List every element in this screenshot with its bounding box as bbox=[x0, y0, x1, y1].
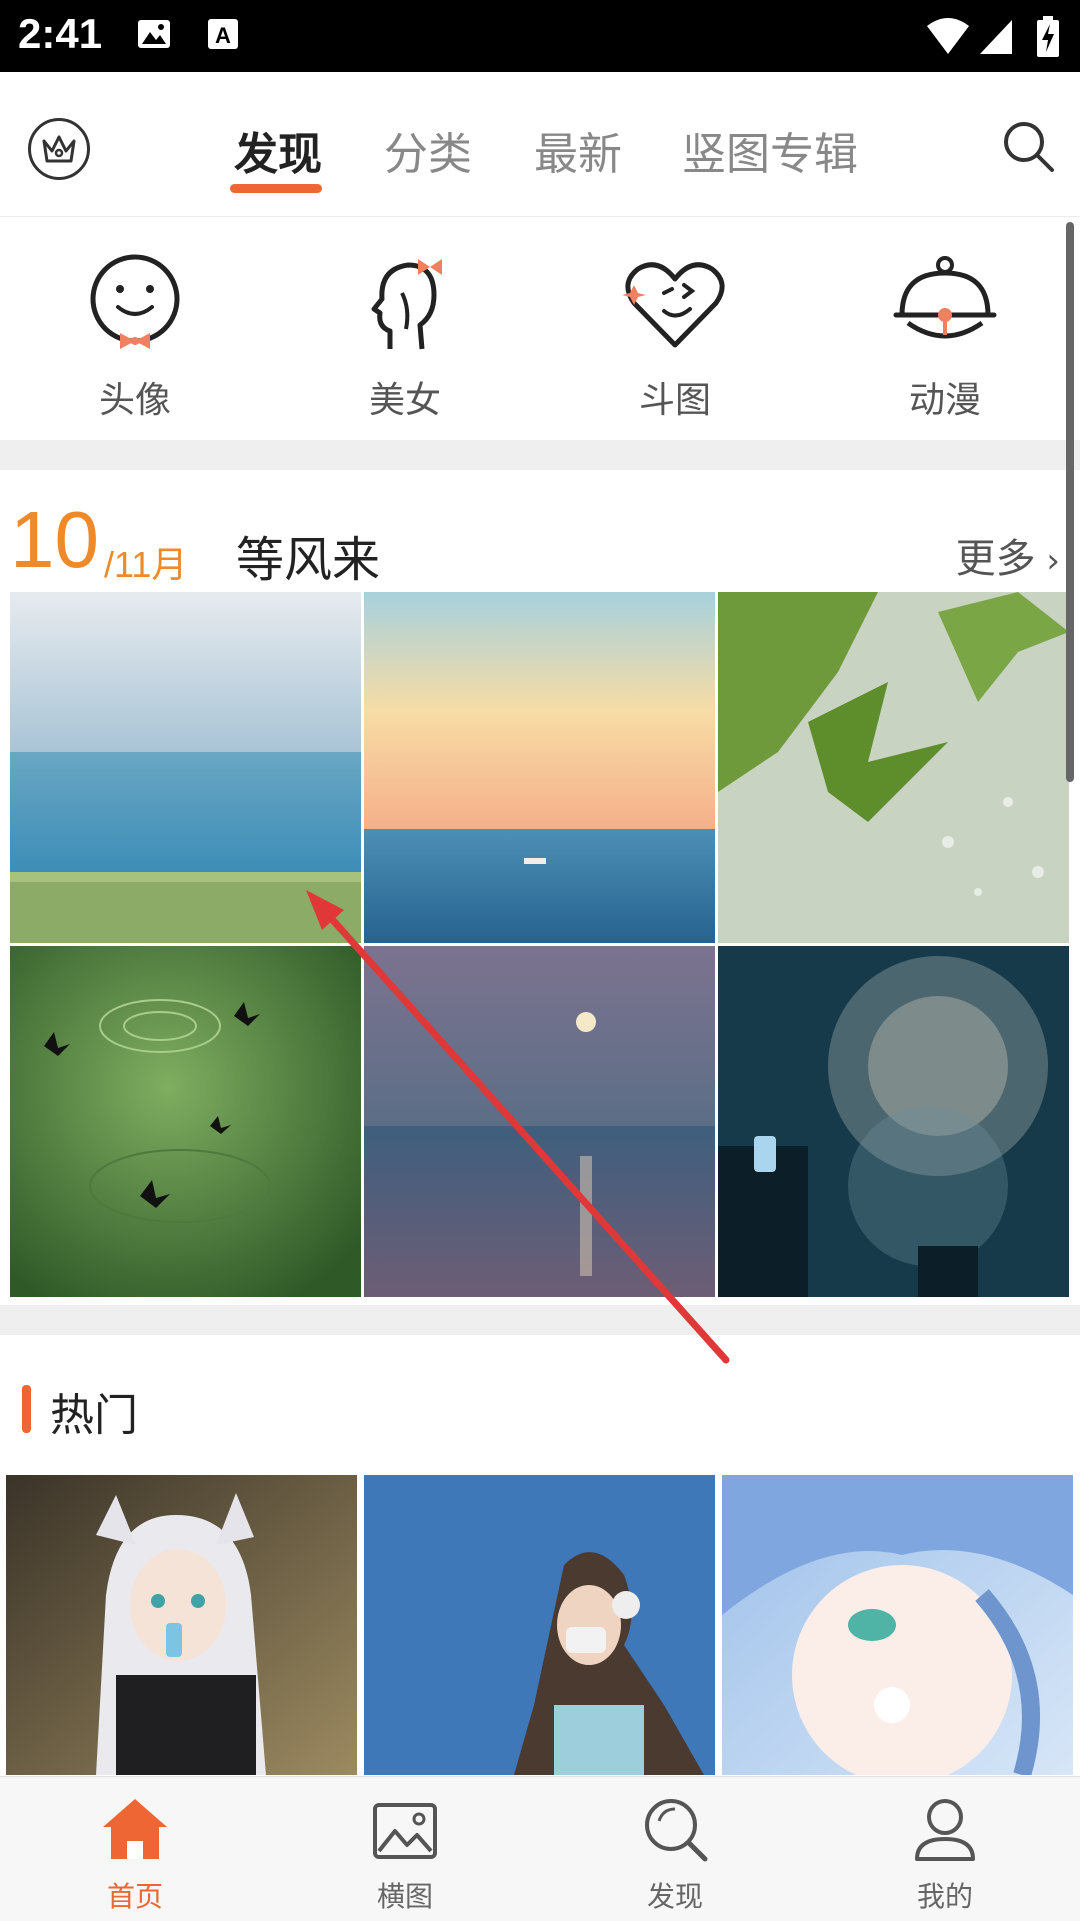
hot-section: 热门 bbox=[0, 1335, 1080, 1775]
bell-icon bbox=[893, 256, 997, 339]
section-divider bbox=[0, 1305, 1080, 1335]
anime-catgirl-image bbox=[6, 1475, 357, 1775]
nav-label: 横图 bbox=[376, 1880, 433, 1913]
more-label: 更多 bbox=[955, 536, 1036, 582]
scrollbar[interactable] bbox=[1066, 222, 1074, 782]
category-label: 斗图 bbox=[638, 380, 711, 421]
featured-day: 10 bbox=[10, 495, 99, 584]
moon-sea-image bbox=[364, 946, 715, 1297]
battery-charging-icon bbox=[1037, 16, 1059, 57]
wifi-icon bbox=[927, 18, 969, 54]
more-link[interactable]: 更多 › bbox=[956, 526, 1060, 584]
nav-label: 首页 bbox=[106, 1880, 163, 1913]
home-icon bbox=[103, 1799, 167, 1859]
category-anime[interactable]: 动漫 bbox=[850, 249, 1040, 423]
sunset-sea-boat-image bbox=[364, 592, 715, 943]
search-icon bbox=[645, 1799, 708, 1862]
category-label: 美女 bbox=[368, 380, 441, 421]
tab-discover[interactable]: 发现 bbox=[234, 118, 322, 182]
wallpaper-thumbnail[interactable] bbox=[722, 1475, 1073, 1775]
signal-icon bbox=[980, 20, 1012, 54]
top-bar: 发现 分类 最新 竖图专辑 bbox=[0, 72, 1080, 217]
nav-mine[interactable]: 我的 bbox=[865, 1795, 1025, 1915]
nav-label: 发现 bbox=[646, 1880, 703, 1913]
category-label: 头像 bbox=[98, 380, 171, 421]
hot-accent-bar bbox=[22, 1385, 31, 1433]
woman-profile-bow-icon bbox=[371, 259, 442, 350]
wallpaper-thumbnail[interactable] bbox=[718, 592, 1069, 943]
image-icon bbox=[373, 1803, 437, 1859]
hot-title: 热门 bbox=[50, 1390, 138, 1441]
category-beauty[interactable]: 美女 bbox=[310, 249, 500, 423]
wallpaper-thumbnail[interactable] bbox=[6, 1475, 357, 1775]
crown-icon bbox=[42, 135, 76, 163]
font-notification-icon: A bbox=[208, 19, 238, 49]
nav-home[interactable]: 首页 bbox=[55, 1795, 215, 1915]
anime-girl-blue-hair-image bbox=[722, 1475, 1073, 1775]
wallpaper-thumbnail[interactable] bbox=[364, 592, 715, 943]
category-row: 头像 美女 斗图 动漫 bbox=[0, 217, 1080, 439]
wallpaper-thumbnail[interactable] bbox=[364, 946, 715, 1297]
bottom-nav: 首页 横图 发现 我的 bbox=[0, 1776, 1080, 1921]
wallpaper-thumbnail[interactable] bbox=[10, 946, 361, 1297]
featured-month: /11月 bbox=[104, 544, 188, 585]
heart-wink-icon bbox=[622, 262, 725, 348]
category-label: 动漫 bbox=[908, 380, 981, 421]
sea-grass-image bbox=[10, 592, 361, 943]
smiley-bowtie-icon bbox=[90, 254, 180, 349]
nav-discover[interactable]: 发现 bbox=[595, 1795, 755, 1915]
wallpaper-thumbnail[interactable] bbox=[718, 946, 1069, 1297]
nav-label: 我的 bbox=[916, 1880, 973, 1913]
vip-crown-button[interactable] bbox=[28, 118, 90, 180]
user-icon bbox=[915, 1799, 975, 1861]
nav-landscape[interactable]: 横图 bbox=[325, 1795, 485, 1915]
featured-title: 等风来 bbox=[236, 532, 381, 588]
wallpaper-thumbnail[interactable] bbox=[10, 592, 361, 943]
maple-leaves-image bbox=[718, 592, 1069, 943]
search-icon[interactable] bbox=[1000, 118, 1056, 174]
active-tab-indicator bbox=[230, 184, 322, 193]
svg-text:A: A bbox=[215, 23, 231, 48]
chevron-right-icon: › bbox=[1035, 541, 1060, 581]
featured-grid bbox=[10, 592, 1070, 1298]
section-divider bbox=[0, 440, 1080, 470]
wallpaper-thumbnail[interactable] bbox=[364, 1475, 715, 1775]
status-bar: 2:41 A bbox=[0, 0, 1080, 72]
category-meme[interactable]: 斗图 bbox=[580, 249, 770, 423]
fireworks-image bbox=[718, 946, 1069, 1297]
category-avatar[interactable]: 头像 bbox=[40, 249, 230, 423]
gallery-notification-icon bbox=[138, 20, 170, 48]
tab-category[interactable]: 分类 bbox=[384, 118, 472, 182]
status-time: 2:41 bbox=[18, 10, 103, 57]
butterflies-water-image bbox=[10, 946, 361, 1297]
girl-headphones-image bbox=[364, 1475, 715, 1775]
tab-portrait-albums[interactable]: 竖图专辑 bbox=[682, 118, 858, 182]
featured-section: 10 /11月 等风来 更多 › bbox=[0, 470, 1080, 1305]
tab-latest[interactable]: 最新 bbox=[534, 118, 622, 182]
